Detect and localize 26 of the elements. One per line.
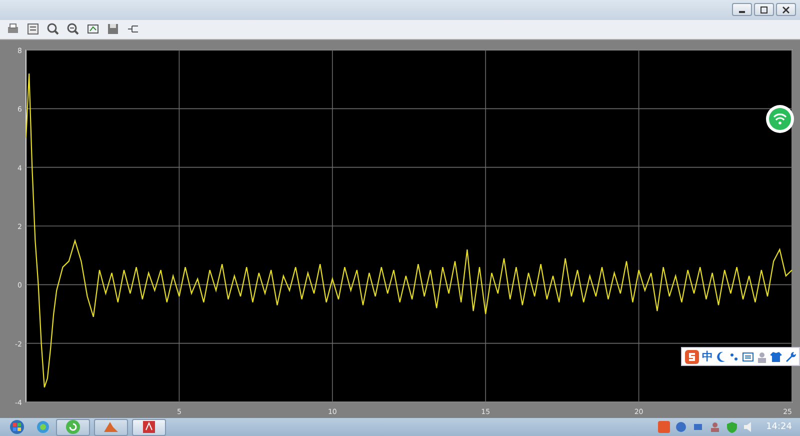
ime-logo-icon[interactable] bbox=[685, 350, 699, 364]
taskbar-app-button[interactable] bbox=[56, 418, 90, 436]
network-icon[interactable] bbox=[692, 421, 704, 433]
taskbar-app-button[interactable] bbox=[132, 418, 166, 436]
save-icon[interactable] bbox=[106, 22, 120, 36]
help-icon[interactable] bbox=[675, 421, 688, 433]
refresh-circle-icon bbox=[65, 419, 81, 435]
zoom-x-icon[interactable] bbox=[66, 22, 80, 36]
windows-logo-icon bbox=[9, 419, 25, 435]
autoscale-icon[interactable] bbox=[86, 22, 100, 36]
keyboard-icon[interactable] bbox=[742, 350, 754, 362]
punctuation-icon[interactable] bbox=[729, 350, 739, 362]
parameters-icon[interactable] bbox=[26, 22, 40, 36]
moon-icon[interactable] bbox=[716, 350, 726, 362]
zoom-icon[interactable] bbox=[46, 22, 60, 36]
shirt-icon[interactable] bbox=[770, 350, 782, 362]
maximize-button[interactable] bbox=[754, 3, 774, 16]
taskbar-app-button[interactable] bbox=[94, 418, 128, 436]
maximize-icon bbox=[759, 6, 769, 14]
close-button[interactable] bbox=[776, 3, 796, 16]
minimize-button[interactable] bbox=[732, 3, 752, 16]
input-mode-toggle[interactable]: 中 bbox=[702, 349, 713, 364]
close-icon bbox=[781, 6, 791, 14]
wifi-bubble-icon[interactable] bbox=[764, 104, 796, 134]
person-icon[interactable] bbox=[709, 421, 722, 433]
wrench-icon[interactable] bbox=[785, 350, 796, 362]
